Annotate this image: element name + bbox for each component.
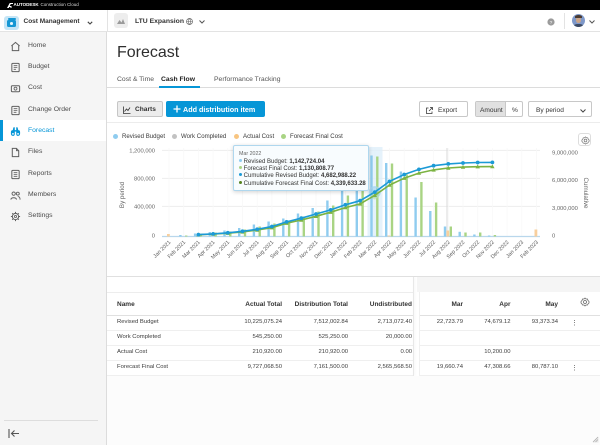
svg-text:3,000,000: 3,000,000 (552, 206, 578, 212)
svg-text:9,000,000: 9,000,000 (552, 151, 578, 157)
svg-text:400,000: 400,000 (134, 205, 155, 211)
svg-text:800,000: 800,000 (134, 177, 155, 183)
svg-text:6,000,000: 6,000,000 (552, 178, 578, 184)
svg-text:?: ? (550, 20, 553, 26)
svg-text:0: 0 (552, 233, 555, 239)
svg-text:By period: By period (119, 181, 126, 208)
svg-text:Cumulative: Cumulative (582, 178, 589, 210)
svg-text:0: 0 (152, 233, 155, 239)
svg-text:1,200,000: 1,200,000 (129, 149, 155, 155)
